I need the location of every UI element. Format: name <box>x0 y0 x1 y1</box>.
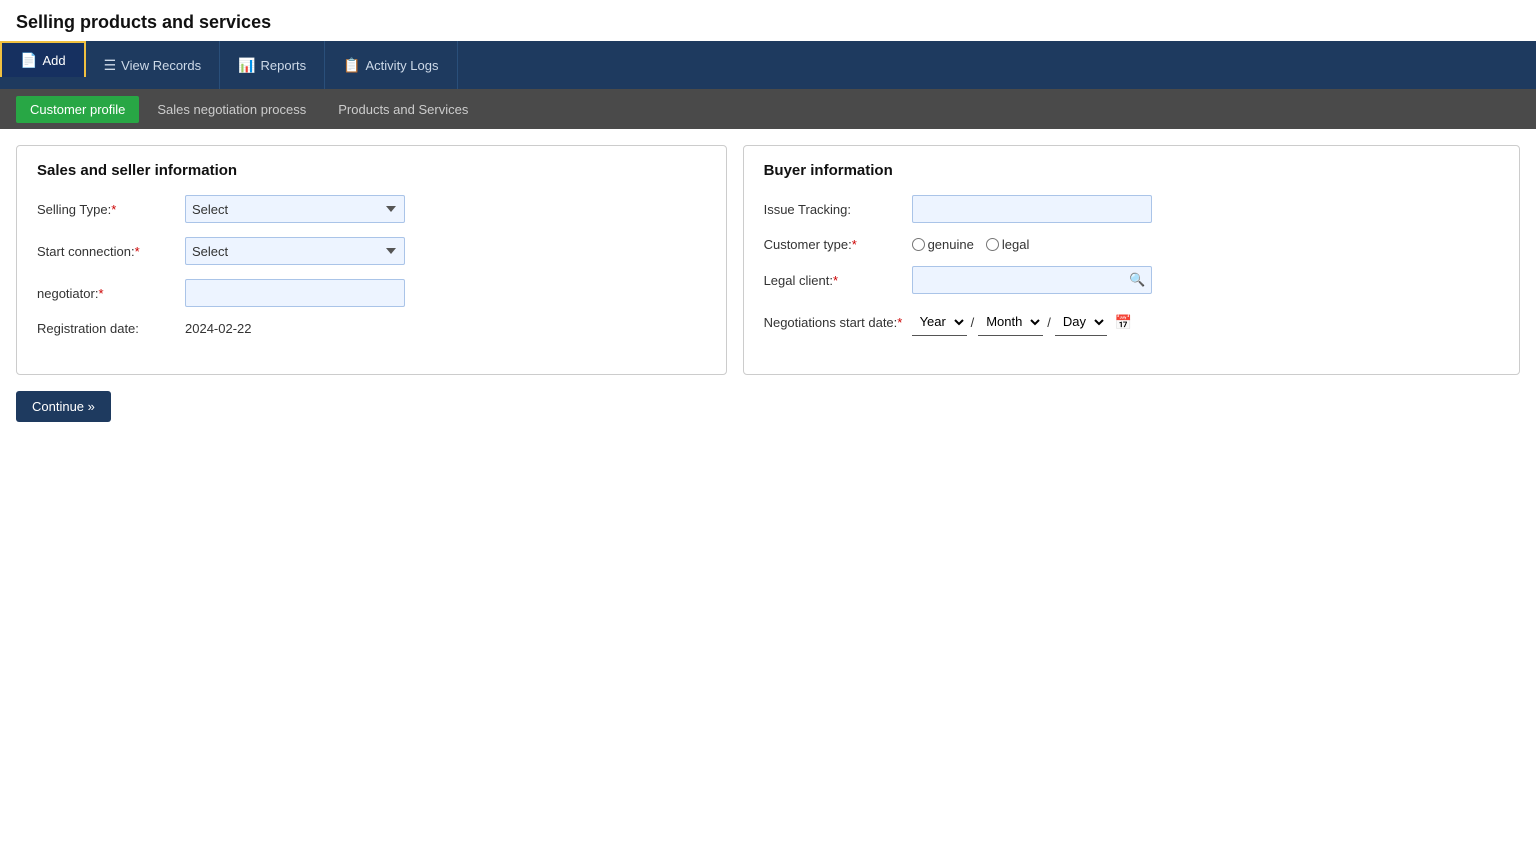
legal-client-search-wrapper: 🔍 <box>912 266 1152 294</box>
view-records-icon: ☰ <box>104 57 117 74</box>
negotiations-day-select[interactable]: Day <box>1055 308 1107 336</box>
negotiator-label: negotiator:* <box>37 286 177 301</box>
date-sep-2: / <box>1047 315 1051 330</box>
subnav-sales-negotiation[interactable]: Sales negotiation process <box>143 96 320 123</box>
selling-type-label: Selling Type:* <box>37 202 177 217</box>
activity-logs-icon: 📋 <box>343 57 360 74</box>
issue-tracking-label: Issue Tracking: <box>764 202 904 217</box>
subnav-products-services[interactable]: Products and Services <box>324 96 482 123</box>
issue-tracking-input[interactable] <box>912 195 1152 223</box>
buyer-info-title: Buyer information <box>764 162 1499 179</box>
nav-item-view-records-label: View Records <box>121 58 201 73</box>
negotiator-row: negotiator:* <box>37 279 706 307</box>
negotiator-input[interactable] <box>185 279 405 307</box>
selling-type-row: Selling Type:* Select <box>37 195 706 223</box>
sub-navigation: Customer profile Sales negotiation proce… <box>0 89 1536 129</box>
registration-date-row: Registration date: 2024-02-22 <box>37 321 706 336</box>
start-connection-label: Start connection:* <box>37 244 177 259</box>
calendar-icon[interactable]: 📅 <box>1115 314 1132 331</box>
customer-type-label: Customer type:* <box>764 237 904 252</box>
sales-seller-section: Sales and seller information Selling Typ… <box>16 145 727 375</box>
registration-date-label: Registration date: <box>37 321 177 336</box>
reports-icon: 📊 <box>238 57 255 74</box>
start-connection-select[interactable]: Select <box>185 237 405 265</box>
selling-type-select[interactable]: Select <box>185 195 405 223</box>
legal-client-row: Legal client:* 🔍 <box>764 266 1499 294</box>
page-title: Selling products and services <box>0 0 1536 41</box>
negotiations-month-select[interactable]: Month <box>978 308 1043 336</box>
negotiations-start-date-row: Negotiations start date:* Year / Month /… <box>764 308 1499 336</box>
content-area: Sales and seller information Selling Typ… <box>0 129 1536 438</box>
subnav-customer-profile[interactable]: Customer profile <box>16 96 139 123</box>
issue-tracking-row: Issue Tracking: <box>764 195 1499 223</box>
registration-date-value: 2024-02-22 <box>185 321 252 336</box>
nav-item-reports-label: Reports <box>261 58 307 73</box>
customer-type-genuine-option[interactable]: genuine <box>912 237 974 252</box>
negotiations-start-date-label: Negotiations start date:* <box>764 315 904 330</box>
form-sections: Sales and seller information Selling Typ… <box>16 145 1520 375</box>
nav-item-view-records[interactable]: ☰ View Records <box>86 41 221 89</box>
continue-button[interactable]: Continue » <box>16 391 111 422</box>
customer-type-legal-option[interactable]: legal <box>986 237 1029 252</box>
negotiations-start-date-selects: Year / Month / Day 📅 <box>912 308 1133 336</box>
top-navigation: 📄 Add ☰ View Records 📊 Reports 📋 Activit… <box>0 41 1536 89</box>
start-connection-row: Start connection:* Select <box>37 237 706 265</box>
sales-seller-title: Sales and seller information <box>37 162 706 179</box>
nav-item-activity-logs-label: Activity Logs <box>366 58 439 73</box>
date-sep-1: / <box>971 315 975 330</box>
customer-type-legal-radio[interactable] <box>986 238 999 251</box>
add-icon: 📄 <box>20 52 37 69</box>
nav-item-add[interactable]: 📄 Add <box>0 41 86 77</box>
legal-client-label: Legal client:* <box>764 273 904 288</box>
negotiations-year-select[interactable]: Year <box>912 308 967 336</box>
customer-type-genuine-radio[interactable] <box>912 238 925 251</box>
nav-item-reports[interactable]: 📊 Reports <box>220 41 325 89</box>
nav-item-activity-logs[interactable]: 📋 Activity Logs <box>325 41 457 89</box>
legal-client-input[interactable] <box>912 266 1152 294</box>
customer-type-row: Customer type:* genuine legal <box>764 237 1499 252</box>
customer-type-genuine-label: genuine <box>928 237 974 252</box>
customer-type-radio-group: genuine legal <box>912 237 1030 252</box>
buyer-info-section: Buyer information Issue Tracking: Custom… <box>743 145 1520 375</box>
nav-item-add-label: Add <box>42 53 65 68</box>
customer-type-legal-label: legal <box>1002 237 1029 252</box>
